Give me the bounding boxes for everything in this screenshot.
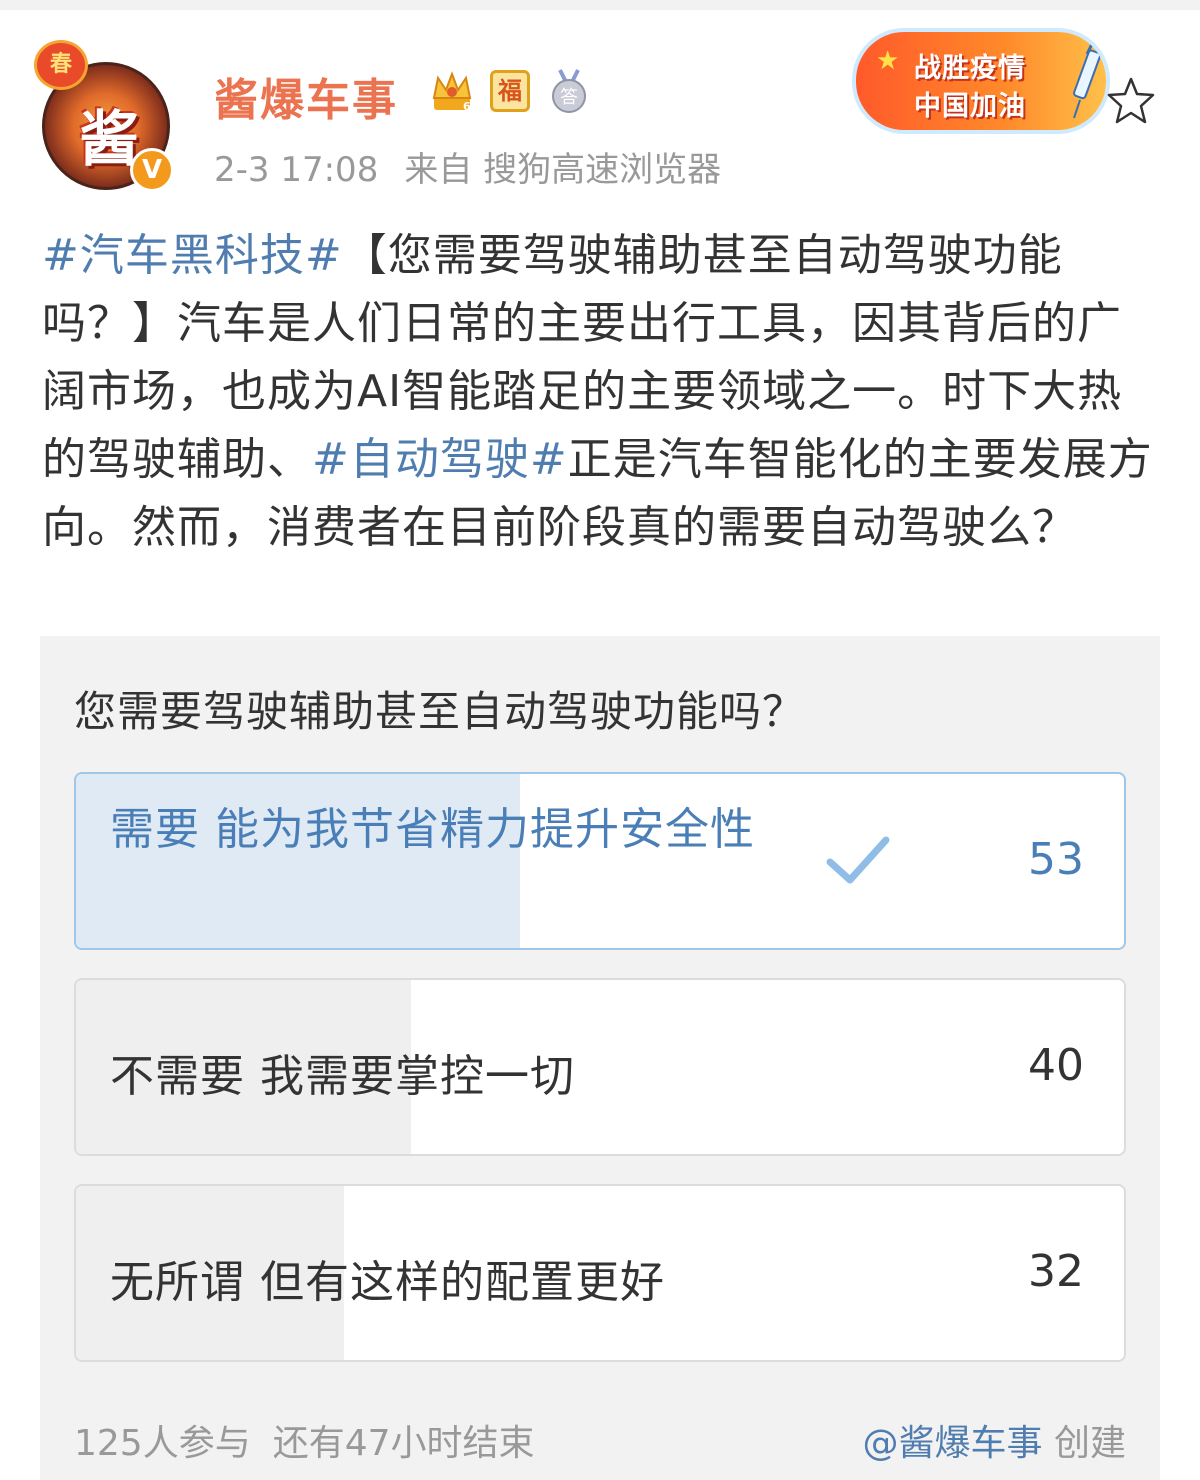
svg-text:答: 答 [560, 87, 578, 108]
author-name[interactable]: 酱爆车事 [214, 64, 398, 128]
crown-icon[interactable]: 6 [430, 70, 474, 114]
poll-option-count: 40 [1028, 1040, 1084, 1091]
svg-text:6: 6 [463, 100, 471, 113]
poll-card: 您需要驾驶辅助甚至自动驾驶功能吗？ 需要 能为我节省精力提升安全性 53 不需要… [40, 636, 1160, 1480]
post-source: 来自 搜狗高速浏览器 [404, 150, 722, 190]
top-strip [0, 0, 1200, 10]
post-time[interactable]: 2-3 17:08 [214, 150, 378, 190]
poll-participants: 125人参与 [74, 1423, 251, 1464]
poll-creator: @酱爆车事 创建 [863, 1414, 1126, 1466]
fu-badge-icon[interactable]: 福 [490, 70, 530, 112]
poll-remaining-time: 还有47小时结束 [272, 1423, 535, 1464]
poll-option[interactable]: 需要 能为我节省精力提升安全性 53 [74, 772, 1126, 950]
post-meta: 2-3 17:08 来自 搜狗高速浏览器 [214, 142, 721, 191]
post-text: #汽车黑科技#【您需要驾驶辅助甚至自动驾驶功能吗？】汽车是人们日常的主要出行工具… [42, 222, 1162, 562]
star-icon: ★ [876, 46, 900, 76]
syringe-icon [1073, 43, 1100, 119]
poll-question: 您需要驾驶辅助甚至自动驾驶功能吗？ [74, 687, 806, 736]
medal-icon[interactable]: 答 [548, 68, 590, 114]
poll-option[interactable]: 无所谓 但有这样的配置更好 32 [74, 1184, 1126, 1362]
banner-line-1: 战胜疫情 [914, 53, 1026, 84]
creator-suffix: 创建 [1042, 1423, 1126, 1464]
poll-option-label: 需要 能为我节省精力提升安全性 [110, 804, 755, 855]
star-outline-icon[interactable] [1104, 74, 1158, 128]
poll-option-label: 无所谓 但有这样的配置更好 [110, 1257, 665, 1308]
creator-link[interactable]: @酱爆车事 [863, 1423, 1043, 1464]
banner-line-2: 中国加油 [914, 91, 1026, 122]
poll-option[interactable]: 不需要 我需要掌控一切 40 [74, 978, 1126, 1156]
check-icon [826, 836, 890, 884]
poll-stats: 125人参与 还有47小时结束 [74, 1414, 535, 1466]
campaign-banner[interactable]: ★ 战胜疫情 中国加油 [856, 32, 1106, 130]
poll-option-label: 不需要 我需要掌控一切 [110, 1051, 575, 1102]
hashtag-link[interactable]: #自动驾驶# [312, 434, 568, 485]
spring-badge-icon: 春 [34, 40, 88, 90]
verified-badge-icon: V [130, 148, 174, 192]
poll-option-count: 53 [1028, 834, 1084, 885]
poll-option-count: 32 [1028, 1246, 1084, 1297]
hashtag-link[interactable]: #汽车黑科技# [42, 230, 343, 281]
